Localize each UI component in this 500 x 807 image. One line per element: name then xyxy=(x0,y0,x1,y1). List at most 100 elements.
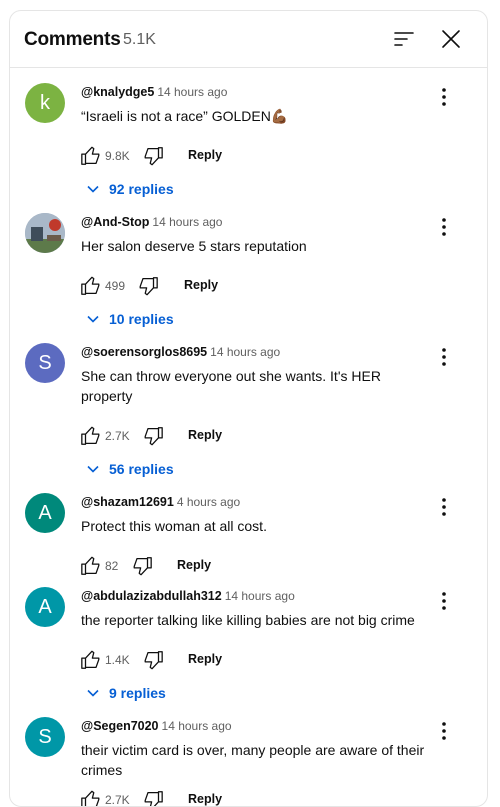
more-vert-icon xyxy=(442,592,446,610)
view-replies-button[interactable]: 56 replies xyxy=(85,461,174,477)
replies-count: 92 replies xyxy=(109,181,174,197)
dislike-button[interactable] xyxy=(142,425,164,447)
thumbs-up-icon xyxy=(81,146,100,165)
comment-author[interactable]: @knalydge5 xyxy=(81,85,154,99)
avatar-photo-icon xyxy=(25,213,65,253)
avatar[interactable]: A xyxy=(25,587,65,627)
view-replies-button[interactable]: 10 replies xyxy=(85,311,174,327)
comment-actions: 2.7K Reply xyxy=(80,789,380,807)
reply-button[interactable]: Reply xyxy=(188,428,222,442)
replies-count: 10 replies xyxy=(109,311,174,327)
comments-panel: Comments 5.1K k @knalydge5 14 hours ago “… xyxy=(9,10,488,807)
more-options-button[interactable] xyxy=(434,495,454,519)
thumbs-up-icon xyxy=(81,426,100,445)
sort-button[interactable] xyxy=(392,27,416,51)
comments-count: 5.1K xyxy=(123,31,156,48)
dislike-button[interactable] xyxy=(142,649,164,671)
comment-text: Her salon deserve 5 stars reputation xyxy=(81,238,307,254)
more-vert-icon xyxy=(442,722,446,740)
avatar[interactable]: S xyxy=(25,717,65,757)
thumbs-down-icon xyxy=(144,651,163,670)
view-replies-button[interactable]: 9 replies xyxy=(85,685,166,701)
comment-author[interactable]: @soerensorglos8695 xyxy=(81,345,207,359)
view-replies-button[interactable]: 92 replies xyxy=(85,181,174,197)
thumbs-down-icon xyxy=(144,147,163,166)
comment-meta: @Segen7020 14 hours ago xyxy=(81,719,232,733)
comments-title: Comments xyxy=(24,29,121,50)
more-vert-icon xyxy=(442,348,446,366)
reply-button[interactable]: Reply xyxy=(188,148,222,162)
reply-button[interactable]: Reply xyxy=(188,652,222,666)
dislike-button[interactable] xyxy=(142,789,164,806)
dislike-button[interactable] xyxy=(142,145,164,167)
comment-time[interactable]: 14 hours ago xyxy=(225,589,295,603)
like-count: 9.8K xyxy=(105,149,130,163)
reply-button[interactable]: Reply xyxy=(184,278,218,292)
more-options-button[interactable] xyxy=(434,589,454,613)
close-button[interactable] xyxy=(439,27,463,51)
replies-count: 9 replies xyxy=(109,685,166,701)
comment-time[interactable]: 14 hours ago xyxy=(157,85,227,99)
comment-actions: 82 Reply xyxy=(80,555,380,579)
comment-time[interactable]: 14 hours ago xyxy=(210,345,280,359)
more-options-button[interactable] xyxy=(434,345,454,369)
avatar[interactable]: S xyxy=(25,343,65,383)
chevron-down-icon xyxy=(87,465,99,473)
more-vert-icon xyxy=(442,498,446,516)
comment-author[interactable]: @Segen7020 xyxy=(81,719,159,733)
thumbs-up-icon xyxy=(81,650,100,669)
comment-time[interactable]: 14 hours ago xyxy=(162,719,232,733)
more-vert-icon xyxy=(442,88,446,106)
comment-author[interactable]: @shazam12691 xyxy=(81,495,174,509)
like-count: 2.7K xyxy=(105,429,130,443)
like-count: 1.4K xyxy=(105,653,130,667)
like-count: 2.7K xyxy=(105,793,130,807)
comment-time[interactable]: 14 hours ago xyxy=(152,215,222,229)
comment-meta: @And-Stop 14 hours ago xyxy=(81,215,222,229)
comment-text: She can throw everyone out she wants. It… xyxy=(81,368,381,404)
like-button[interactable] xyxy=(80,789,102,806)
comment-author[interactable]: @And-Stop xyxy=(81,215,149,229)
avatar[interactable] xyxy=(25,213,65,253)
comment-author[interactable]: @abdulazizabdullah312 xyxy=(81,589,222,603)
more-options-button[interactable] xyxy=(434,85,454,109)
comment-time[interactable]: 4 hours ago xyxy=(177,495,240,509)
dislike-button[interactable] xyxy=(137,275,159,297)
comment-text: Protect this woman at all cost. xyxy=(81,518,267,534)
comment-meta: @knalydge5 14 hours ago xyxy=(81,85,227,99)
reply-button[interactable]: Reply xyxy=(177,558,211,572)
comment-text: “Israeli is not a race” GOLDEN💪🏾 xyxy=(81,108,289,124)
comment-meta: @abdulazizabdullah312 14 hours ago xyxy=(81,589,295,603)
comment-meta: @soerensorglos8695 14 hours ago xyxy=(81,345,280,359)
comments-header: Comments 5.1K xyxy=(10,11,487,68)
comment-actions: 9.8K Reply xyxy=(80,145,380,169)
more-options-button[interactable] xyxy=(434,719,454,743)
sort-icon xyxy=(394,32,414,46)
thumbs-up-icon xyxy=(81,790,100,806)
comment-actions: 2.7K Reply xyxy=(80,425,380,449)
like-count: 82 xyxy=(105,559,119,573)
thumbs-down-icon xyxy=(133,557,152,576)
dislike-button[interactable] xyxy=(131,555,153,577)
close-icon xyxy=(442,30,460,48)
like-button[interactable] xyxy=(80,649,102,671)
more-vert-icon xyxy=(442,218,446,236)
like-button[interactable] xyxy=(80,425,102,447)
like-button[interactable] xyxy=(80,555,102,577)
comment-text: their victim card is over, many people a… xyxy=(81,742,425,778)
chevron-down-icon xyxy=(87,315,99,323)
comment-actions: 499 Reply xyxy=(80,275,380,299)
comment-meta: @shazam12691 4 hours ago xyxy=(81,495,240,509)
avatar[interactable]: A xyxy=(25,493,65,533)
thumbs-up-icon xyxy=(81,556,100,575)
comment-actions: 1.4K Reply xyxy=(80,649,380,673)
like-button[interactable] xyxy=(80,145,102,167)
chevron-down-icon xyxy=(87,689,99,697)
avatar[interactable]: k xyxy=(25,83,65,123)
thumbs-down-icon xyxy=(139,277,158,296)
chevron-down-icon xyxy=(87,185,99,193)
reply-button[interactable]: Reply xyxy=(188,792,222,806)
like-button[interactable] xyxy=(80,275,102,297)
thumbs-up-icon xyxy=(81,276,100,295)
more-options-button[interactable] xyxy=(434,215,454,239)
